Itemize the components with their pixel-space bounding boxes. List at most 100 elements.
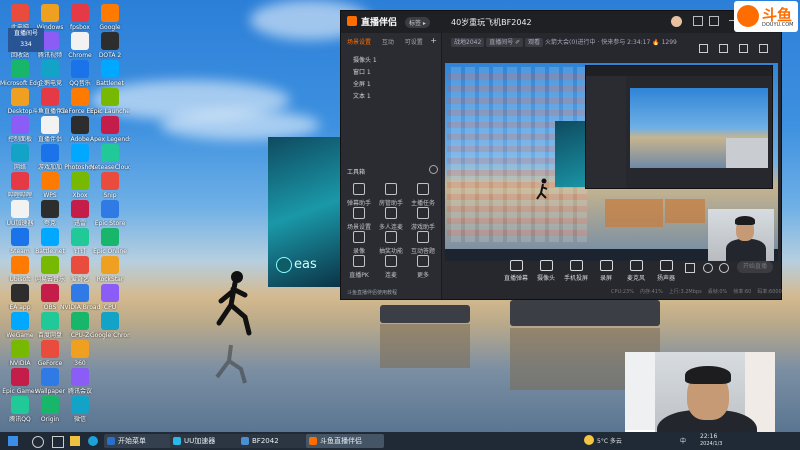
clock-time[interactable]: 22:16	[700, 433, 717, 440]
app-badge[interactable]: 标签 ▸	[405, 17, 430, 28]
windows-start-icon[interactable]	[8, 436, 18, 446]
add-source-button[interactable]: +	[430, 36, 437, 45]
source-item[interactable]: 文本 1	[341, 91, 441, 103]
status-item: 内存:41%	[639, 289, 663, 295]
room-category[interactable]: 战地2042	[451, 38, 485, 47]
control-icon	[509, 260, 523, 271]
control-button[interactable]: 扬声器	[651, 260, 681, 282]
lock-icon[interactable]	[718, 44, 728, 53]
app-icon	[41, 116, 59, 134]
clock-date[interactable]: 2024/1/3	[700, 441, 722, 447]
tab-scene[interactable]: 场景设置	[347, 37, 371, 46]
more-icon[interactable]	[758, 44, 768, 53]
taskbar-item[interactable]: UU加速器	[170, 434, 242, 448]
tool-label: 连麦	[384, 272, 397, 279]
settings-icon[interactable]	[709, 16, 719, 26]
tool-icon	[417, 255, 429, 267]
app-icon	[11, 88, 29, 106]
tool-button[interactable]: 录像	[347, 231, 371, 255]
tool-label: 更多	[416, 272, 429, 279]
app-titlebar: 直播伴侣 标签 ▸ 40岁重玩飞机BF2042 ×	[341, 11, 781, 33]
tool-button[interactable]: 游戏助手	[411, 207, 435, 231]
app-icon	[71, 312, 89, 330]
control-button[interactable]: 直播弹幕	[501, 260, 531, 282]
room-meta: 战地2042 直播间号 ✐ 观看 火箭大会(0)进行中 · 快来参与 2:34:…	[451, 37, 677, 47]
task-view-icon[interactable]	[52, 436, 64, 448]
status-item: 码率:6000	[757, 289, 782, 295]
room-viewers: 🔥 1299	[652, 39, 677, 46]
start-stream-button[interactable]: 开始直播	[737, 261, 773, 273]
control-button[interactable]: 手机投屏	[561, 260, 591, 282]
gift-icon[interactable]	[738, 44, 748, 53]
video-icon[interactable]	[685, 263, 695, 273]
tool-button[interactable]: 互动答题	[411, 231, 435, 255]
left-panel: 场景设置 互动 可设置 + 摄像头 1 窗口 1 全屏 1 文本 1 工具箱 弹…	[341, 33, 442, 299]
share-icon[interactable]	[699, 44, 708, 53]
room-watch[interactable]: 观看	[525, 38, 544, 47]
stream-preview[interactable]	[445, 63, 778, 261]
control-icon	[599, 260, 613, 271]
control-button[interactable]: 录屏	[591, 260, 621, 282]
app-icon	[101, 172, 119, 190]
control-button[interactable]: 麦克风	[621, 260, 651, 282]
source-item[interactable]: 全屏 1	[341, 79, 441, 91]
tool-icon	[385, 255, 397, 267]
search-icon[interactable]	[32, 436, 44, 448]
eye-icon[interactable]	[703, 263, 713, 273]
bottom-notice[interactable]: 斗鱼直播伴侣使用教程	[347, 289, 397, 296]
app-icon	[101, 32, 119, 50]
control-icon	[569, 260, 583, 271]
taskbar-item[interactable]: 开始菜单	[104, 434, 172, 448]
weather-icon	[584, 435, 594, 445]
gear-icon[interactable]	[719, 263, 729, 273]
desktop-icon[interactable]: Google Chrome	[90, 310, 130, 354]
edge-icon[interactable]	[88, 436, 98, 446]
runner-figure	[215, 271, 252, 384]
control-button[interactable]: 摄像头	[531, 260, 561, 282]
status-item: 帧率:60	[733, 289, 752, 295]
app-icon	[101, 284, 119, 302]
app-icon	[71, 396, 89, 414]
app-icon	[11, 200, 29, 218]
tab-interact[interactable]: 互动	[382, 37, 394, 46]
source-item[interactable]: 窗口 1	[341, 67, 441, 79]
message-icon[interactable]	[693, 16, 703, 26]
app-logo-icon	[347, 16, 357, 26]
app-icon	[71, 32, 89, 50]
tool-label: 弹幕助手	[347, 200, 372, 207]
avatar[interactable]	[671, 16, 682, 27]
taskbar-item[interactable]: 斗鱼直播伴侣	[306, 434, 384, 448]
explorer-icon[interactable]	[70, 436, 80, 446]
tool-button[interactable]: 多人连麦	[379, 207, 403, 231]
tool-button[interactable]: 直播PK	[347, 255, 371, 279]
tool-icon	[353, 207, 365, 219]
app-icon	[71, 228, 89, 246]
tool-button[interactable]: 连麦	[379, 255, 403, 279]
control-icon	[539, 260, 553, 271]
app-icon	[101, 4, 119, 22]
app-icon	[41, 284, 59, 302]
tools-collapse-icon[interactable]	[429, 165, 438, 174]
tab-options[interactable]: 可设置	[405, 37, 423, 46]
weather-text[interactable]: 5°C 多云	[597, 436, 622, 445]
tool-button[interactable]: 房管助手	[379, 183, 403, 207]
language-indicator[interactable]: 中	[680, 436, 686, 445]
app-icon	[71, 256, 89, 274]
preview-webcam	[708, 209, 774, 261]
room-edit[interactable]: 直播间号 ✐	[486, 38, 524, 47]
tool-button[interactable]: 弹幕助手	[347, 183, 371, 207]
tool-button[interactable]: 主播任务	[411, 183, 435, 207]
cloud	[160, 110, 320, 140]
preview-island	[665, 199, 705, 223]
app-icon	[101, 60, 119, 78]
room-card-label: 直播间号	[13, 30, 38, 37]
control-label: 麦克风	[626, 275, 645, 282]
taskbar-item[interactable]: BF2042	[238, 434, 312, 448]
app-icon	[101, 144, 119, 162]
source-item[interactable]: 摄像头 1	[341, 55, 441, 67]
tool-button[interactable]: 抽奖功能	[379, 231, 403, 255]
island	[510, 300, 660, 326]
tool-button[interactable]: 更多	[411, 255, 435, 279]
app-icon	[41, 312, 59, 330]
tool-button[interactable]: 场景设置	[347, 207, 371, 231]
